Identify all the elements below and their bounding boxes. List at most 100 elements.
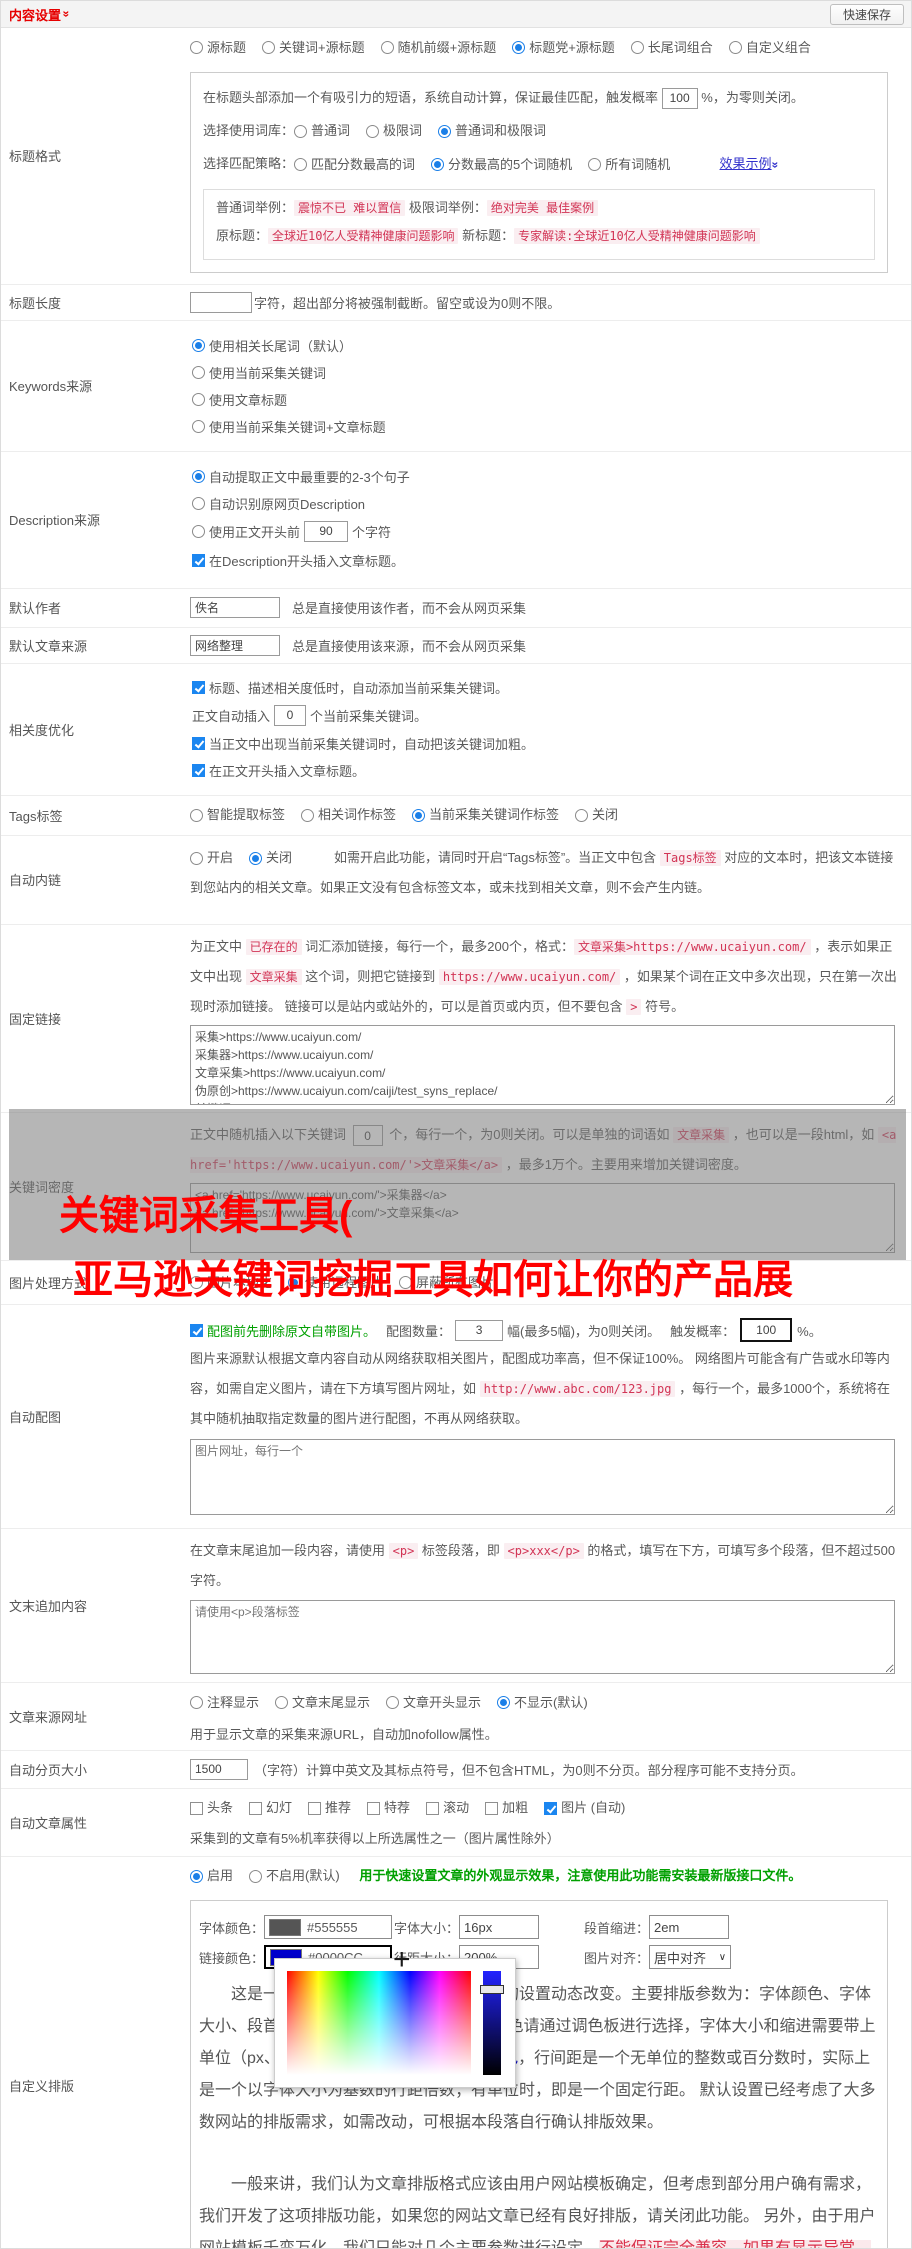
radio-unchecked-icon[interactable]: [190, 1276, 203, 1289]
radio-option[interactable]: 自定义组合: [729, 36, 811, 60]
checkbox-option[interactable]: 特荐: [367, 1796, 410, 1820]
checkbox-unchecked-icon[interactable]: [426, 1802, 439, 1815]
img-align-select[interactable]: 居中对齐 ∨: [649, 1945, 731, 1969]
radio-option[interactable]: 不启用(默认): [249, 1864, 340, 1888]
description-insert-title-option[interactable]: 在Description开头插入文章标题。: [192, 551, 899, 570]
radio-checked-icon[interactable]: [192, 470, 205, 483]
title-length-input[interactable]: [190, 292, 252, 313]
radio-option[interactable]: 关键词+源标题: [262, 36, 365, 60]
radio-option[interactable]: 随机前缀+源标题: [381, 36, 497, 60]
radio-unchecked-icon[interactable]: [262, 41, 275, 54]
radio-unchecked-icon[interactable]: [631, 41, 644, 54]
radio-option[interactable]: 源标题: [190, 36, 246, 60]
font-color-swatch[interactable]: [269, 1919, 301, 1936]
radio-option[interactable]: 所有词随机: [588, 151, 670, 179]
insert-keyword-count-input[interactable]: [274, 705, 306, 726]
radio-checked-icon[interactable]: [288, 1276, 301, 1289]
radio-option[interactable]: 普通词: [294, 117, 350, 145]
checkbox-checked-icon[interactable]: [192, 554, 205, 567]
relevance-bold-keyword-option[interactable]: 当正文中出现当前采集关键词时，自动把该关键词加粗。: [192, 734, 899, 753]
font-color-input[interactable]: #555555: [264, 1915, 392, 1939]
radio-unchecked-icon[interactable]: [192, 393, 205, 406]
effect-example-link[interactable]: 效果示例»: [720, 156, 779, 171]
color-saturation-area[interactable]: [287, 1971, 471, 2075]
checkbox-unchecked-icon[interactable]: [190, 1802, 203, 1815]
radio-option[interactable]: 关闭: [575, 803, 618, 827]
radio-option[interactable]: 极限词: [366, 117, 422, 145]
checkbox-option[interactable]: 滚动: [426, 1796, 469, 1820]
radio-unchecked-icon[interactable]: [294, 158, 307, 171]
radio-option[interactable]: 使用当前采集关键词: [192, 363, 899, 382]
fixed-links-textarea[interactable]: [190, 1025, 895, 1105]
radio-checked-icon[interactable]: [249, 852, 262, 865]
radio-checked-icon[interactable]: [512, 41, 525, 54]
checkbox-option[interactable]: 幻灯: [249, 1796, 292, 1820]
checkbox-unchecked-icon[interactable]: [367, 1802, 380, 1815]
checkbox-option[interactable]: 推荐: [308, 1796, 351, 1820]
radio-checked-icon[interactable]: [438, 125, 451, 138]
radio-option[interactable]: 使用文章标题: [192, 390, 899, 409]
checkbox-option[interactable]: 加粗: [485, 1796, 528, 1820]
radio-unchecked-icon[interactable]: [275, 1696, 288, 1709]
checkbox-checked-icon[interactable]: [192, 764, 205, 777]
radio-checked-icon[interactable]: [190, 1870, 203, 1883]
checkbox-unchecked-icon[interactable]: [308, 1802, 321, 1815]
collapse-chevron-icon[interactable]: »: [60, 11, 72, 18]
radio-option[interactable]: 标题党+源标题: [512, 36, 615, 60]
radio-option[interactable]: 开启: [190, 843, 233, 873]
radio-option[interactable]: 长尾词组合: [631, 36, 713, 60]
radio-unchecked-icon[interactable]: [366, 125, 379, 138]
append-content-textarea[interactable]: [190, 1600, 895, 1674]
radio-unchecked-icon[interactable]: [192, 497, 205, 510]
image-probability-input-focused[interactable]: [740, 1318, 792, 1342]
radio-option[interactable]: 使用相关长尾词（默认）: [192, 336, 899, 355]
checkbox-checked-icon[interactable]: [544, 1802, 557, 1815]
description-head-chars-input[interactable]: [304, 521, 348, 542]
radio-unchecked-icon[interactable]: [192, 525, 205, 538]
pagination-size-input[interactable]: [190, 1759, 248, 1780]
indent-input[interactable]: [649, 1915, 729, 1939]
checkbox-unchecked-icon[interactable]: [485, 1802, 498, 1815]
radio-unchecked-icon[interactable]: [294, 125, 307, 138]
description-head-chars-option[interactable]: 使用正文开头前 个字符: [192, 521, 899, 542]
radio-option[interactable]: 关闭: [249, 843, 292, 873]
radio-unchecked-icon[interactable]: [381, 41, 394, 54]
radio-option[interactable]: 当前采集关键词作标签: [412, 803, 559, 827]
radio-option[interactable]: 不显示(默认): [497, 1691, 588, 1715]
radio-option[interactable]: 分数最高的5个词随机: [431, 151, 572, 179]
radio-option[interactable]: 匹配分数最高的词: [294, 151, 415, 179]
radio-unchecked-icon[interactable]: [190, 852, 203, 865]
radio-checked-icon[interactable]: [497, 1696, 510, 1709]
radio-option[interactable]: 自动识别原网页Description: [192, 494, 899, 513]
radio-unchecked-icon[interactable]: [301, 809, 314, 822]
radio-option[interactable]: 普通词和极限词: [438, 117, 546, 145]
title-trigger-probability-input[interactable]: [662, 88, 698, 109]
radio-unchecked-icon[interactable]: [190, 1696, 203, 1709]
checkbox-option[interactable]: 头条: [190, 1796, 233, 1820]
radio-checked-icon[interactable]: [431, 158, 444, 171]
quick-save-button[interactable]: 快速保存: [830, 4, 904, 25]
default-author-input[interactable]: [190, 597, 280, 618]
radio-option[interactable]: 注释显示: [190, 1691, 259, 1715]
checkbox-checked-icon[interactable]: [192, 737, 205, 750]
radio-option[interactable]: 图片本地化: [190, 1271, 272, 1295]
radio-unchecked-icon[interactable]: [575, 809, 588, 822]
checkbox-option[interactable]: 图片 (自动): [544, 1796, 625, 1820]
radio-checked-icon[interactable]: [412, 809, 425, 822]
radio-option[interactable]: 启用: [190, 1864, 233, 1888]
radio-unchecked-icon[interactable]: [190, 809, 203, 822]
font-size-input[interactable]: [459, 1915, 539, 1939]
radio-option[interactable]: 屏蔽所有图片: [399, 1271, 494, 1295]
radio-option[interactable]: 文章末尾显示: [275, 1691, 370, 1715]
radio-checked-icon[interactable]: [192, 339, 205, 352]
radio-unchecked-icon[interactable]: [190, 41, 203, 54]
radio-option[interactable]: 智能提取标签: [190, 803, 285, 827]
radio-option[interactable]: 自动提取正文中最重要的2-3个句子: [192, 467, 899, 486]
radio-option[interactable]: 使用当前采集关键词+文章标题: [192, 417, 899, 436]
radio-unchecked-icon[interactable]: [192, 420, 205, 433]
radio-unchecked-icon[interactable]: [386, 1696, 399, 1709]
default-source-input[interactable]: [190, 635, 280, 656]
relevance-insert-title-option[interactable]: 在正文开头插入文章标题。: [192, 761, 899, 780]
radio-option[interactable]: 文章开头显示: [386, 1691, 481, 1715]
radio-unchecked-icon[interactable]: [192, 366, 205, 379]
